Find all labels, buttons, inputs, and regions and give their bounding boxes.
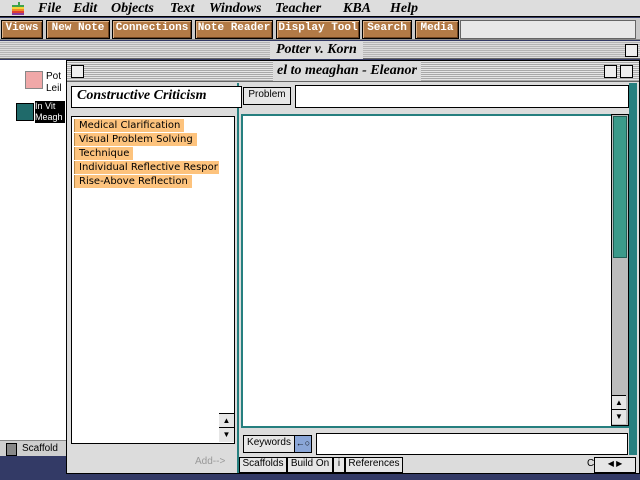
scaffold-item-rise-above-reflection[interactable]: Rise-Above Reflection: [74, 175, 192, 188]
add-scaffold-button[interactable]: Add-->: [195, 456, 225, 467]
toolbar-field: [460, 20, 636, 39]
scroll-up-arrow-icon[interactable]: ▲: [219, 413, 234, 428]
close-box-icon[interactable]: [71, 65, 84, 78]
scaffold-scrollbar[interactable]: ▲ ▼: [219, 116, 235, 444]
tab-build-on[interactable]: Build On: [287, 457, 333, 473]
problem-button[interactable]: Problem: [243, 87, 291, 105]
menu-bar: File Edit Objects Text Windows Teacher K…: [0, 0, 640, 17]
window-edge-bar: [629, 83, 637, 455]
tab-scaffolds[interactable]: Scaffolds: [239, 457, 287, 473]
apple-menu-icon[interactable]: [12, 2, 24, 15]
lock-icon[interactable]: [6, 443, 17, 456]
menu-objects[interactable]: Objects: [111, 0, 154, 17]
scaffold-item-medical-clarification[interactable]: Medical Clarification: [74, 119, 185, 132]
scroll-down-arrow-icon[interactable]: ▼: [612, 409, 626, 424]
outer-window-title: Potter v. Korn: [270, 41, 363, 59]
zoom-box-icon[interactable]: [620, 65, 633, 78]
menu-text[interactable]: Text: [170, 0, 194, 17]
menu-file[interactable]: File: [38, 0, 61, 17]
new-note-button[interactable]: New Note: [46, 20, 110, 39]
note-text-area[interactable]: [241, 114, 629, 428]
note-icon[interactable]: [25, 71, 43, 89]
scaffold-tab[interactable]: Scaffold: [22, 442, 58, 456]
note-reader-button[interactable]: Note Reader: [195, 20, 273, 39]
note-window: el to meaghan - Eleanor Constructive Cri…: [66, 60, 640, 474]
media-button[interactable]: Media: [415, 20, 459, 39]
tab-references[interactable]: References: [345, 457, 403, 473]
outer-window-titlebar[interactable]: Potter v. Korn: [0, 41, 640, 59]
scroll-up-arrow-icon[interactable]: ▲: [612, 395, 626, 410]
scaffold-header[interactable]: Constructive Criticism: [71, 86, 242, 108]
horizontal-scroll-arrows-icon[interactable]: ◀ ▶: [594, 457, 636, 473]
note-window-titlebar[interactable]: el to meaghan - Eleanor: [67, 61, 639, 82]
menu-help[interactable]: Help: [390, 0, 418, 17]
scroll-thumb[interactable]: [613, 116, 627, 258]
menu-windows[interactable]: Windows: [209, 0, 261, 17]
search-button[interactable]: Search: [362, 20, 412, 39]
keyword-link-icon[interactable]: ←○: [294, 435, 312, 453]
note-author: Leil: [46, 83, 62, 94]
panel-divider: [237, 83, 239, 473]
note-title: In Vit: [35, 101, 56, 111]
views-button[interactable]: Views: [1, 20, 43, 39]
connections-button[interactable]: Connections: [112, 20, 192, 39]
note-icon-selected[interactable]: [16, 103, 34, 121]
menu-teacher[interactable]: Teacher: [275, 0, 321, 17]
display-tool-button[interactable]: Display Tool: [276, 20, 360, 39]
scroll-down-arrow-icon[interactable]: ▼: [219, 427, 234, 442]
tab-info[interactable]: i: [333, 457, 345, 473]
note-label[interactable]: Pot Leil: [46, 71, 66, 95]
menu-kba[interactable]: KBA: [343, 0, 371, 17]
note-label-selected[interactable]: In Vit Meagh: [35, 101, 65, 123]
note-author: Meagh: [35, 112, 63, 122]
note-title: Pot: [46, 71, 62, 82]
scaffold-item-visual-problem-solving[interactable]: Visual Problem Solving: [74, 133, 197, 146]
scaffold-item-technique[interactable]: Technique: [74, 147, 134, 160]
menu-edit[interactable]: Edit: [73, 0, 97, 17]
collapse-box-icon[interactable]: [604, 65, 617, 78]
keywords-button[interactable]: Keywords: [243, 435, 295, 453]
note-window-title: el to meaghan - Eleanor: [273, 61, 422, 81]
scaffold-list: Medical Clarification Visual Problem Sol…: [71, 116, 221, 444]
outer-window-bottombar: Scaffold: [0, 440, 68, 456]
zoom-box-icon[interactable]: [625, 44, 638, 57]
keywords-input[interactable]: [316, 433, 628, 455]
problem-input[interactable]: [295, 85, 629, 108]
scaffold-item-individual-reflective[interactable]: Individual Reflective Respor: [74, 161, 220, 174]
text-scrollbar[interactable]: ▲ ▼: [611, 114, 629, 426]
toolbar: Views New Note Connections Note Reader D…: [0, 18, 640, 40]
